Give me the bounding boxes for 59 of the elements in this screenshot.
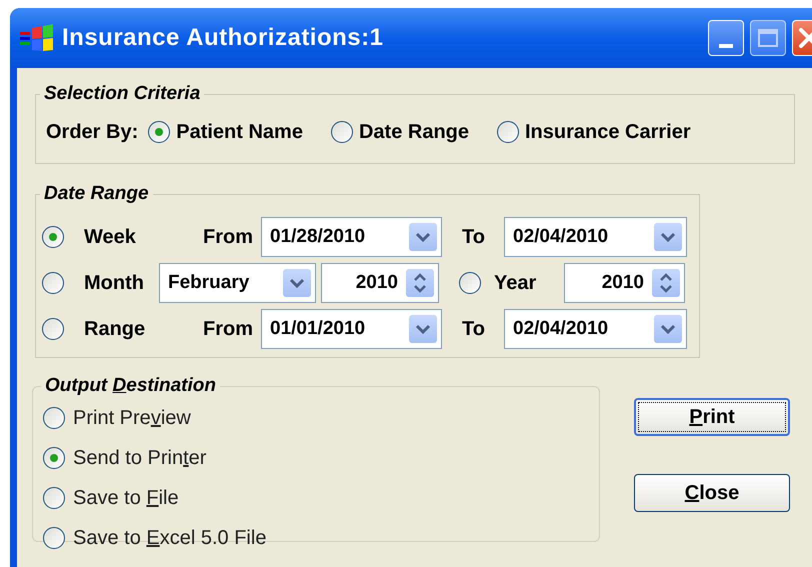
radio-button[interactable] (43, 486, 65, 508)
radio-button[interactable] (148, 120, 170, 142)
radio-label: Week (84, 225, 137, 250)
radio-label: Save to File (73, 486, 179, 510)
date-dropdown[interactable]: 02/04/2010 (504, 217, 687, 257)
spinner-buttons[interactable] (652, 269, 680, 297)
app-icon (20, 24, 54, 52)
dropdown-button[interactable] (283, 269, 311, 297)
up-down-icon (413, 272, 427, 294)
radio-button[interactable] (42, 272, 64, 294)
radio-button[interactable] (42, 318, 64, 340)
chevron-down-icon (660, 232, 676, 242)
label: From (202, 225, 254, 250)
radio-label: Send to Printer (73, 446, 206, 470)
date-dropdown[interactable]: 01/01/2010 (261, 309, 442, 349)
radio-label: Month (84, 271, 145, 296)
year-spinner[interactable]: 2010 (321, 263, 439, 303)
maximize-icon (758, 29, 778, 47)
radio-button[interactable] (330, 120, 353, 142)
dialog-button[interactable]: Print (634, 398, 790, 436)
radio-button[interactable] (43, 446, 65, 468)
radio-button[interactable] (43, 526, 65, 548)
maximize-button[interactable] (750, 20, 786, 56)
group-title: Date Range (43, 182, 150, 206)
chevron-down-icon (415, 324, 431, 334)
window-title: Insurance Authorizations:1 (62, 23, 384, 53)
date-dropdown[interactable]: 02/04/2010 (504, 309, 687, 349)
minimize-button[interactable] (708, 20, 744, 56)
label: From (202, 317, 254, 342)
dropdown-button[interactable] (654, 223, 682, 251)
dropdown-button[interactable] (409, 315, 437, 343)
radio-label: Range (84, 317, 146, 342)
dropdown-button[interactable] (654, 315, 682, 343)
chevron-down-icon (660, 324, 676, 334)
dialog-button[interactable]: Close (634, 474, 790, 512)
radio-button[interactable] (459, 272, 481, 294)
date-dropdown[interactable]: 01/28/2010 (261, 217, 442, 257)
group-title: Output Destination (44, 374, 217, 398)
radio-label: Save to Excel 5.0 File (73, 526, 266, 550)
group-title: Selection Criteria (43, 82, 202, 106)
up-down-icon (659, 272, 673, 294)
label: To (461, 225, 486, 250)
year-spinner[interactable]: 2010 (564, 263, 685, 303)
spinner-buttons[interactable] (406, 269, 434, 297)
label: To (461, 317, 486, 342)
radio-label: Year (494, 271, 538, 296)
radio-label: Date Range (358, 120, 469, 144)
radio-button[interactable] (42, 226, 64, 248)
radio-label: Patient Name (176, 120, 303, 144)
radio-label: Insurance Carrier (525, 120, 691, 144)
radio-label: Print Preview (73, 406, 191, 430)
label: Order By: (46, 120, 138, 144)
chevron-down-icon (289, 278, 305, 288)
chevron-down-icon (415, 232, 431, 242)
radio-button[interactable] (43, 406, 65, 428)
dropdown-button[interactable] (409, 223, 437, 251)
month-dropdown[interactable]: February (159, 263, 316, 303)
radio-button[interactable] (497, 120, 519, 142)
minimize-icon (719, 44, 733, 48)
